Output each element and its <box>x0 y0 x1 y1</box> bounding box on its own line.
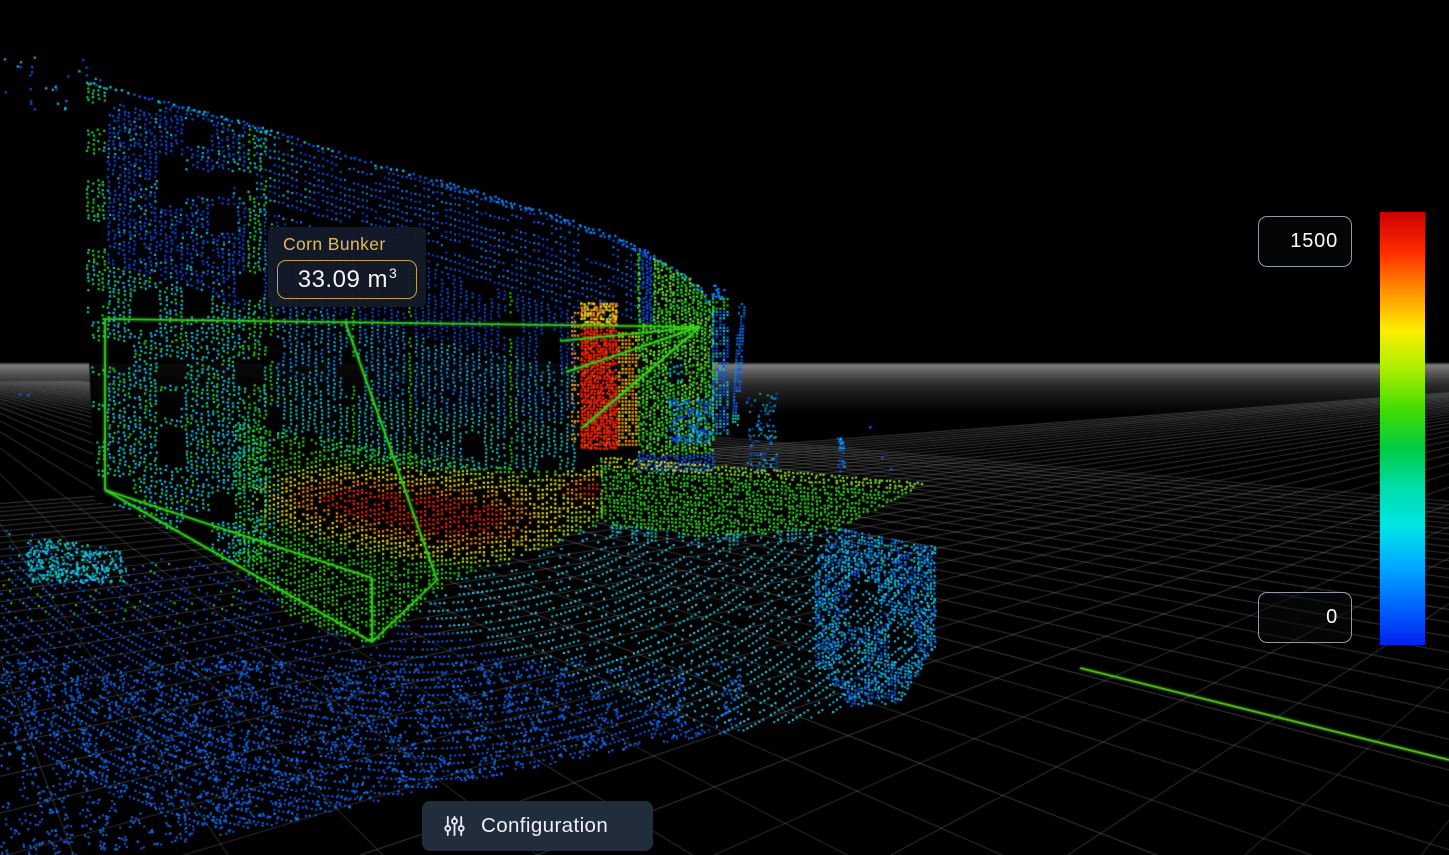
colorbar-max-input[interactable] <box>1258 216 1352 267</box>
sliders-icon <box>443 814 466 838</box>
volume-value-box: 33.09 m3 <box>277 260 417 299</box>
tooltip-title: Corn Bunker <box>283 234 418 255</box>
colorbar-gradient <box>1380 212 1425 645</box>
configuration-button[interactable]: Configuration <box>422 801 653 851</box>
measurement-tooltip: Corn Bunker 33.09 m3 <box>268 227 426 307</box>
point-cloud-viewport[interactable] <box>0 0 1449 855</box>
point-cloud-viewer: Corn Bunker 33.09 m3 Configuration <box>0 0 1449 855</box>
volume-value: 33.09 m <box>298 266 388 294</box>
configuration-label: Configuration <box>481 814 608 838</box>
colorbar-min-input[interactable] <box>1258 592 1352 643</box>
